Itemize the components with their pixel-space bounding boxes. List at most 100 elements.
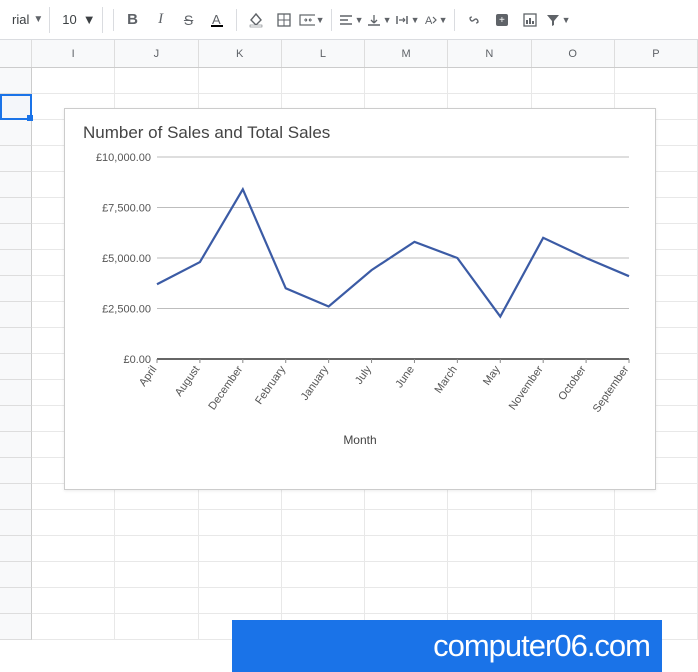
- grid-cell[interactable]: [115, 68, 198, 94]
- row-header[interactable]: [0, 484, 32, 510]
- grid-cell[interactable]: [365, 68, 448, 94]
- borders-icon: [276, 12, 292, 28]
- grid-cell[interactable]: [32, 536, 115, 562]
- row-header[interactable]: [0, 146, 32, 172]
- comment-icon: +: [494, 12, 510, 28]
- grid-cell[interactable]: [32, 614, 115, 640]
- grid-cell[interactable]: [199, 588, 282, 614]
- column-header[interactable]: J: [115, 40, 198, 67]
- filter-button[interactable]: ▼: [545, 7, 571, 33]
- select-all-corner[interactable]: [0, 40, 32, 67]
- insert-chart-button[interactable]: [517, 7, 543, 33]
- grid-cell[interactable]: [199, 510, 282, 536]
- text-color-button[interactable]: A: [204, 7, 230, 33]
- grid-cell[interactable]: [615, 68, 698, 94]
- grid-cell[interactable]: [615, 510, 698, 536]
- row-header[interactable]: [0, 302, 32, 328]
- row-header[interactable]: [0, 250, 32, 276]
- column-header[interactable]: L: [282, 40, 365, 67]
- grid-cell[interactable]: [365, 588, 448, 614]
- grid-cell[interactable]: [282, 562, 365, 588]
- separator: [331, 9, 332, 31]
- row-header[interactable]: [0, 172, 32, 198]
- svg-text:£0.00: £0.00: [123, 354, 151, 366]
- column-header[interactable]: O: [532, 40, 615, 67]
- grid-cell[interactable]: [115, 614, 198, 640]
- grid-cell[interactable]: [615, 562, 698, 588]
- grid-cell[interactable]: [532, 68, 615, 94]
- text-rotation-button[interactable]: A ▼: [422, 7, 448, 33]
- column-header[interactable]: M: [365, 40, 448, 67]
- row-header[interactable]: [0, 380, 32, 406]
- column-header[interactable]: P: [615, 40, 698, 67]
- svg-text:July: July: [353, 363, 374, 386]
- row-header[interactable]: [0, 198, 32, 224]
- row-header[interactable]: [0, 432, 32, 458]
- font-size-select[interactable]: 10 ▼: [56, 7, 102, 33]
- grid-cell[interactable]: [282, 588, 365, 614]
- merge-cells-button[interactable]: ▼: [299, 7, 325, 33]
- insert-comment-button[interactable]: +: [489, 7, 515, 33]
- text-wrap-button[interactable]: ▼: [394, 7, 420, 33]
- grid-cell[interactable]: [199, 68, 282, 94]
- grid-cell[interactable]: [448, 510, 531, 536]
- grid-cell[interactable]: [365, 536, 448, 562]
- row-header[interactable]: [0, 614, 32, 640]
- grid-cell[interactable]: [115, 536, 198, 562]
- grid-cell[interactable]: [199, 562, 282, 588]
- row-header[interactable]: [0, 588, 32, 614]
- grid-cell[interactable]: [199, 536, 282, 562]
- grid-cell[interactable]: [532, 536, 615, 562]
- row-header[interactable]: [0, 224, 32, 250]
- grid-cell[interactable]: [282, 510, 365, 536]
- grid-cell[interactable]: [532, 510, 615, 536]
- fill-color-icon: [248, 12, 264, 28]
- row-header[interactable]: [0, 328, 32, 354]
- row-header[interactable]: [0, 458, 32, 484]
- borders-button[interactable]: [271, 7, 297, 33]
- row-header[interactable]: [0, 354, 32, 380]
- grid-cell[interactable]: [32, 510, 115, 536]
- vertical-align-button[interactable]: ▼: [366, 7, 392, 33]
- grid-cell[interactable]: [448, 536, 531, 562]
- grid-cell[interactable]: [32, 588, 115, 614]
- spreadsheet-grid[interactable]: Number of Sales and Total Sales £0.00£2,…: [0, 68, 698, 632]
- row-header[interactable]: [0, 510, 32, 536]
- row-header[interactable]: [0, 68, 32, 94]
- grid-cell[interactable]: [32, 562, 115, 588]
- column-header[interactable]: K: [199, 40, 282, 67]
- grid-cell[interactable]: [448, 588, 531, 614]
- grid-cell[interactable]: [282, 68, 365, 94]
- grid-cell[interactable]: [365, 510, 448, 536]
- grid-cell[interactable]: [32, 68, 115, 94]
- insert-link-button[interactable]: [461, 7, 487, 33]
- chart-icon: [522, 12, 538, 28]
- row-header[interactable]: [0, 562, 32, 588]
- grid-cell[interactable]: [448, 68, 531, 94]
- chart-container[interactable]: Number of Sales and Total Sales £0.00£2,…: [64, 108, 656, 490]
- grid-cell[interactable]: [532, 562, 615, 588]
- font-family-select[interactable]: rial ▼: [6, 7, 50, 33]
- row-header[interactable]: [0, 276, 32, 302]
- grid-cell[interactable]: [115, 562, 198, 588]
- grid-cell[interactable]: [115, 588, 198, 614]
- grid-cell[interactable]: [448, 562, 531, 588]
- column-header[interactable]: I: [32, 40, 115, 67]
- grid-cell[interactable]: [615, 536, 698, 562]
- grid-cell[interactable]: [115, 510, 198, 536]
- strikethrough-button[interactable]: S: [176, 7, 202, 33]
- column-header[interactable]: N: [448, 40, 531, 67]
- italic-button[interactable]: I: [148, 7, 174, 33]
- grid-cell[interactable]: [532, 588, 615, 614]
- row-header[interactable]: [0, 94, 32, 120]
- row-header[interactable]: [0, 406, 32, 432]
- row-header[interactable]: [0, 536, 32, 562]
- horizontal-align-button[interactable]: ▼: [338, 7, 364, 33]
- fill-color-button[interactable]: [243, 7, 269, 33]
- row-header[interactable]: [0, 120, 32, 146]
- grid-cell[interactable]: [365, 562, 448, 588]
- grid-cell[interactable]: [282, 536, 365, 562]
- grid-cell[interactable]: [615, 588, 698, 614]
- bold-button[interactable]: B: [120, 7, 146, 33]
- chevron-down-icon: ▼: [83, 12, 96, 27]
